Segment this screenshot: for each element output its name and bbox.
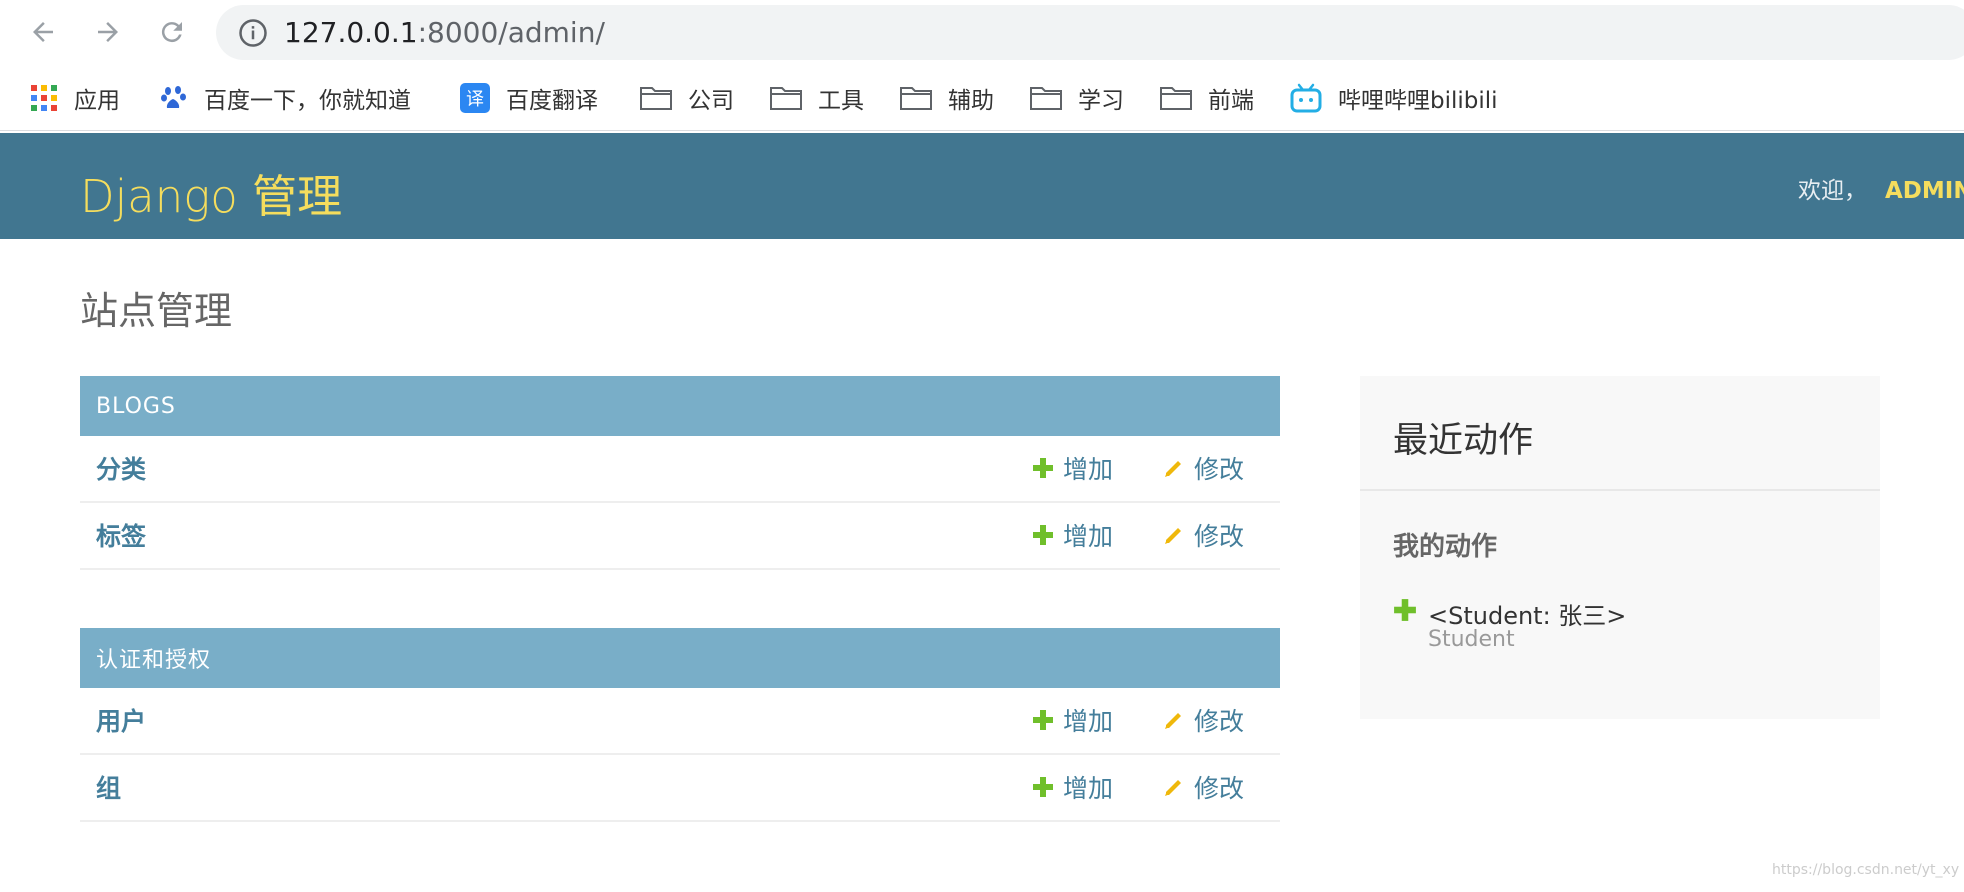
bookmark-apps[interactable]: 应用 [30, 80, 120, 116]
username: ADMIN [1885, 178, 1964, 204]
back-button[interactable] [24, 13, 62, 51]
plus-icon [1394, 599, 1416, 621]
bookmark-bilibili[interactable]: 哔哩哔哩bilibili [1290, 80, 1498, 116]
svg-text:译: 译 [466, 89, 484, 110]
model-row: 分类 增加 修改 [80, 436, 1280, 503]
reload-button[interactable] [153, 13, 191, 51]
recent-actions-title: 最近动作 [1393, 421, 1534, 461]
model-link[interactable]: 分类 [96, 450, 146, 486]
model-link[interactable]: 组 [96, 769, 121, 805]
bookmark-label: 学习 [1078, 88, 1124, 114]
arrow-right-icon [98, 22, 118, 42]
bookmark-folder-company[interactable]: 公司 [640, 80, 734, 116]
bookmark-label: 工具 [818, 88, 864, 114]
bookmark-label: 前端 [1208, 88, 1254, 114]
page-title: 站点管理 [80, 289, 233, 333]
bookmark-label: 百度一下，你就知道 [204, 88, 411, 114]
module-caption[interactable]: 认证和授权 [80, 628, 1280, 688]
model-row: 用户 增加 修改 [80, 688, 1280, 755]
change-link[interactable]: 修改 [1163, 702, 1244, 738]
bookmark-baidu[interactable]: 百度一下，你就知道 [160, 80, 411, 116]
add-link[interactable]: 增加 [1032, 702, 1113, 738]
model-row: 标签 增加 修改 [80, 503, 1280, 570]
url-host: 127.0.0.1 [284, 16, 418, 49]
bookmark-label: 哔哩哔哩bilibili [1338, 88, 1498, 114]
add-label: 增加 [1063, 522, 1114, 551]
pencil-icon [1165, 780, 1181, 796]
change-link[interactable]: 修改 [1163, 517, 1244, 553]
add-link[interactable]: 增加 [1032, 769, 1113, 805]
bookmark-folder-assist[interactable]: 辅助 [900, 80, 994, 116]
baidu-paw-icon [160, 84, 188, 112]
change-link[interactable]: 修改 [1163, 450, 1244, 486]
plus-icon [1033, 525, 1053, 545]
plus-icon [1033, 458, 1053, 478]
folder-icon [1030, 86, 1062, 110]
reload-icon [161, 22, 182, 43]
plus-icon [1033, 710, 1053, 730]
add-link[interactable]: 增加 [1032, 517, 1113, 553]
model-row: 组 增加 修改 [80, 755, 1280, 822]
app-module-auth: 认证和授权 用户 增加 修改 组 增加 修改 [80, 628, 1280, 822]
bilibili-tv-icon [1290, 83, 1322, 113]
url-path: :8000/admin/ [417, 16, 605, 49]
address-bar[interactable]: 127.0.0.1:8000/admin/ [216, 5, 1964, 60]
folder-icon [900, 86, 932, 110]
my-actions-title: 我的动作 [1393, 532, 1498, 562]
bookmark-folder-frontend[interactable]: 前端 [1160, 80, 1254, 116]
bookmark-baidu-translate[interactable]: 译 百度翻译 [460, 80, 598, 116]
site-branding[interactable]: Django 管理 [80, 160, 342, 225]
admin-header: Django 管理 欢迎， ADMIN [0, 133, 1964, 239]
add-label: 增加 [1063, 707, 1114, 736]
bookmark-label: 辅助 [948, 88, 994, 114]
model-link[interactable]: 用户 [96, 702, 146, 738]
divider [1360, 489, 1880, 491]
change-label: 修改 [1194, 707, 1245, 736]
recent-action-link[interactable]: <Student: 张三> [1428, 596, 1626, 631]
module-caption[interactable]: BLOGS [80, 376, 1280, 436]
baidu-translate-icon: 译 [460, 83, 490, 113]
change-link[interactable]: 修改 [1163, 769, 1244, 805]
pencil-icon [1165, 528, 1181, 544]
change-label: 修改 [1194, 455, 1245, 484]
bookmark-folder-study[interactable]: 学习 [1030, 80, 1124, 116]
plus-icon [1033, 777, 1053, 797]
model-link[interactable]: 标签 [96, 517, 146, 553]
change-label: 修改 [1194, 522, 1245, 551]
bookmark-label: 百度翻译 [506, 88, 598, 114]
bookmark-label: 应用 [74, 88, 120, 114]
welcome-text: 欢迎， [1798, 178, 1867, 204]
add-link[interactable]: 增加 [1032, 450, 1113, 486]
recent-action-type: Student [1428, 627, 1515, 652]
folder-icon [640, 86, 672, 110]
add-label: 增加 [1063, 774, 1114, 803]
add-label: 增加 [1063, 455, 1114, 484]
bookmark-folder-tools[interactable]: 工具 [770, 80, 864, 116]
watermark: https://blog.csdn.net/yt_xy [1772, 862, 1960, 878]
browser-toolbar: 127.0.0.1:8000/admin/ [0, 0, 1964, 66]
folder-icon [1160, 86, 1192, 110]
bookmarks-bar: 应用 百度一下，你就知道 译 百度翻译 公司 工具 辅助 学习 前端 哔哩哔哩b… [0, 66, 1964, 131]
change-label: 修改 [1194, 774, 1245, 803]
folder-icon [770, 86, 802, 110]
pencil-icon [1165, 713, 1181, 729]
recent-actions-panel: 最近动作 我的动作 <Student: 张三> Student [1360, 376, 1880, 719]
forward-button[interactable] [89, 13, 127, 51]
arrow-left-icon [33, 22, 53, 42]
app-module-blogs: BLOGS 分类 增加 修改 标签 增加 修改 [80, 376, 1280, 570]
bookmark-label: 公司 [688, 88, 734, 114]
pencil-icon [1165, 461, 1181, 477]
info-icon[interactable] [238, 18, 268, 48]
user-tools: 欢迎， ADMIN [1798, 171, 1964, 205]
url-text[interactable]: 127.0.0.1:8000/admin/ [284, 16, 605, 49]
apps-grid-icon [30, 84, 58, 112]
